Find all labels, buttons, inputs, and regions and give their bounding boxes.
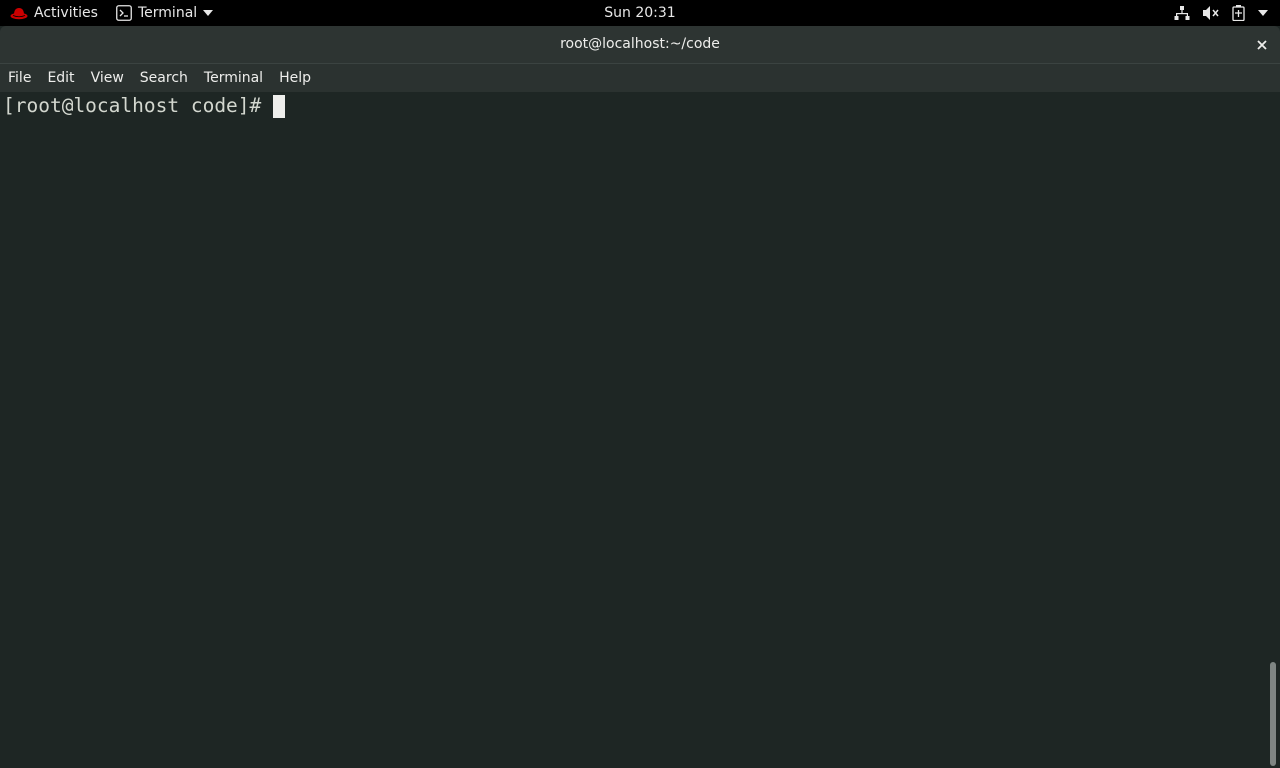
menu-search[interactable]: Search [140, 64, 196, 93]
terminal-output[interactable]: [root@localhost code]# [0, 92, 1280, 768]
menu-help[interactable]: Help [279, 64, 319, 93]
shell-prompt: [root@localhost code]# [3, 94, 262, 117]
network-icon [1174, 5, 1190, 21]
menu-file[interactable]: File [8, 64, 39, 93]
top-bar: Activities Terminal Sun 20:31 [0, 0, 1280, 26]
activities-button[interactable]: Activities [10, 0, 98, 26]
menu-bar: File Edit View Search Terminal Help [0, 63, 1280, 92]
menu-terminal[interactable]: Terminal [204, 64, 271, 93]
volume-muted-icon [1202, 5, 1220, 21]
system-tray[interactable] [1174, 0, 1268, 26]
activities-label: Activities [34, 5, 98, 21]
menu-edit[interactable]: Edit [47, 64, 82, 93]
menu-view[interactable]: View [91, 64, 132, 93]
app-menu-button[interactable]: Terminal [116, 0, 214, 26]
prompt-line: [root@localhost code]# [3, 94, 286, 118]
close-icon [1257, 40, 1267, 50]
redhat-logo-icon [10, 6, 28, 20]
text-cursor [273, 94, 286, 118]
terminal-app-icon [116, 5, 132, 21]
close-button[interactable] [1252, 35, 1272, 55]
clock[interactable]: Sun 20:31 [604, 5, 675, 21]
window-titlebar[interactable]: root@localhost:~/code [0, 26, 1280, 63]
chevron-down-icon [1258, 10, 1268, 16]
battery-icon [1232, 5, 1246, 21]
app-menu-label: Terminal [138, 5, 198, 21]
window-title: root@localhost:~/code [560, 36, 720, 52]
scrollbar[interactable] [1270, 662, 1276, 766]
chevron-down-icon [203, 10, 214, 16]
